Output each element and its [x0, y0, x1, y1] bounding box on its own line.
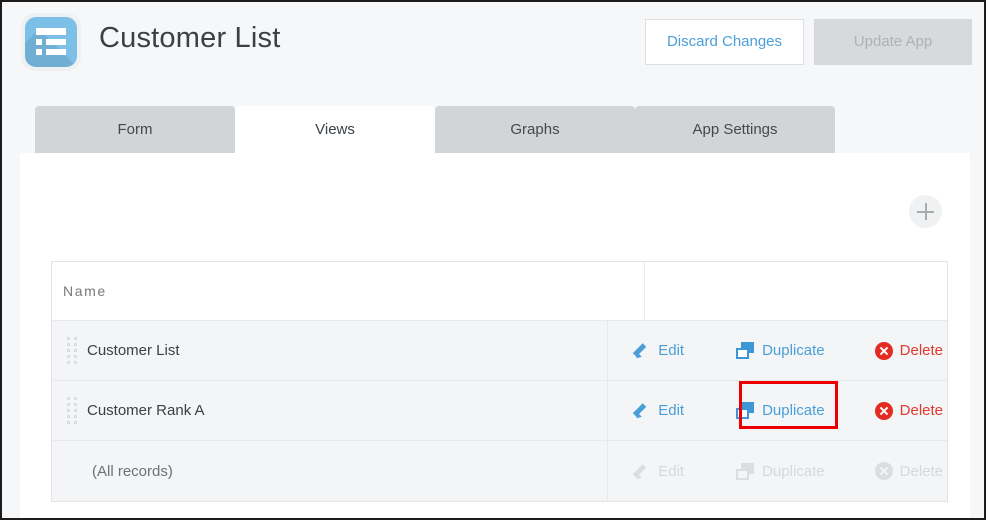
drag-handle-icon[interactable]: [67, 337, 79, 365]
duplicate-icon: [736, 402, 755, 419]
delete-button-label: Delete: [900, 402, 943, 419]
views-panel: Name Customer List Edit: [20, 153, 970, 518]
tab-graphs[interactable]: Graphs: [435, 106, 635, 154]
delete-button-label: Delete: [900, 342, 943, 359]
delete-button[interactable]: Delete: [871, 394, 947, 428]
delete-button-disabled: Delete: [871, 454, 947, 488]
app-header: Customer List Discard Changes Update App: [2, 2, 984, 90]
app-window: Customer List Discard Changes Update App…: [0, 0, 986, 520]
add-view-button[interactable]: [909, 195, 942, 228]
duplicate-button-disabled: Duplicate: [732, 454, 829, 488]
duplicate-button-label: Duplicate: [762, 402, 825, 419]
edit-button-disabled: Edit: [630, 454, 688, 488]
duplicate-button[interactable]: Duplicate: [732, 394, 829, 428]
row-name-cell: (All records): [52, 441, 608, 501]
duplicate-icon: [736, 463, 755, 480]
table-row: (All records) Edit Duplicate Delete: [52, 441, 947, 501]
column-header-name-cell: Name: [52, 262, 645, 320]
edit-button[interactable]: Edit: [630, 394, 688, 428]
row-name-label: (All records): [92, 463, 173, 480]
row-actions-cell: Edit Duplicate Delete: [608, 321, 947, 380]
delete-button-label: Delete: [900, 463, 943, 480]
duplicate-icon: [736, 342, 755, 359]
edit-button-label: Edit: [658, 342, 684, 359]
tab-form[interactable]: Form: [35, 106, 235, 154]
row-actions-cell: Edit Duplicate Delete: [608, 381, 947, 440]
delete-button[interactable]: Delete: [871, 334, 947, 368]
row-name-cell: Customer Rank A: [52, 381, 608, 440]
edit-button[interactable]: Edit: [630, 334, 688, 368]
drag-handle-icon[interactable]: [67, 397, 79, 425]
row-name-label: Customer Rank A: [87, 402, 205, 419]
duplicate-button-label: Duplicate: [762, 463, 825, 480]
column-header-name: Name: [63, 283, 107, 299]
discard-changes-button[interactable]: Discard Changes: [645, 19, 804, 65]
pencil-icon: [634, 402, 651, 419]
views-table: Name Customer List Edit: [51, 261, 948, 502]
table-row[interactable]: Customer Rank A Edit Duplicate Delete: [52, 381, 947, 441]
table-row[interactable]: Customer List Edit Duplicate Delete: [52, 321, 947, 381]
pencil-icon: [634, 342, 651, 359]
table-header-row: Name: [52, 262, 947, 321]
row-name-cell: Customer List: [52, 321, 608, 380]
delete-circle-x-icon: [875, 342, 893, 360]
edit-button-label: Edit: [658, 402, 684, 419]
delete-circle-x-icon: [875, 462, 893, 480]
row-actions-cell: Edit Duplicate Delete: [608, 441, 947, 501]
edit-button-label: Edit: [658, 463, 684, 480]
duplicate-button[interactable]: Duplicate: [732, 334, 829, 368]
page-title: Customer List: [99, 22, 281, 55]
row-name-label: Customer List: [87, 342, 180, 359]
tab-app-settings[interactable]: App Settings: [635, 106, 835, 154]
duplicate-button-label: Duplicate: [762, 342, 825, 359]
delete-circle-x-icon: [875, 402, 893, 420]
column-header-actions-cell: [645, 262, 947, 320]
pencil-icon: [634, 463, 651, 480]
tab-bar: Form Views Graphs App Settings: [35, 106, 835, 154]
list-app-icon: [21, 13, 81, 71]
tab-views[interactable]: Views: [235, 106, 435, 154]
update-app-button[interactable]: Update App: [814, 19, 972, 65]
